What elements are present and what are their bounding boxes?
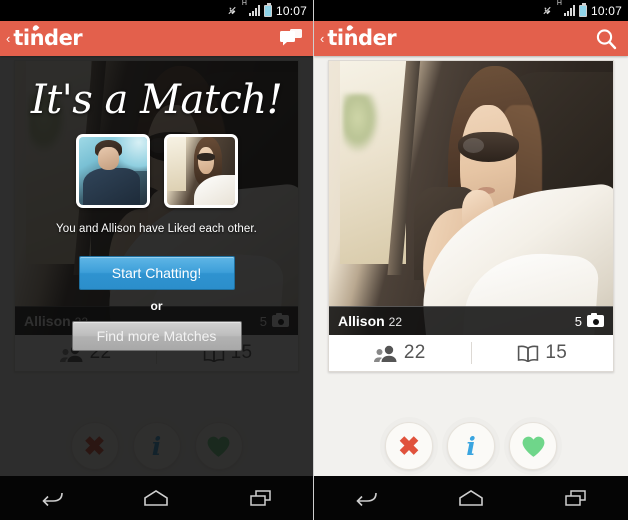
flame-dot-icon — [31, 24, 40, 32]
dual-screenshot: H 10:07 ‹ tinder It's a Match! You and A… — [0, 0, 628, 520]
card-area: Allison 22 5 22 — [314, 56, 628, 476]
brand-group[interactable]: ‹ tinder — [320, 24, 397, 50]
app-bar: ‹ tinder — [314, 21, 628, 56]
your-profile-thumbnail[interactable] — [75, 134, 150, 208]
back-chevron-icon[interactable]: ‹ — [6, 32, 10, 45]
signal-h-icon — [248, 5, 260, 16]
like-button[interactable] — [509, 422, 557, 470]
interests-stat[interactable]: 15 — [470, 342, 614, 364]
its-a-match-overlay: It's a Match! You and Allison have Liked… — [0, 56, 313, 476]
back-icon[interactable] — [29, 483, 75, 513]
android-nav-bar — [314, 476, 628, 520]
home-icon[interactable] — [448, 483, 494, 513]
home-icon[interactable] — [133, 483, 179, 513]
photo-count-badge[interactable]: 5 — [574, 313, 604, 329]
chat-bubble-icon[interactable] — [279, 28, 303, 50]
network-type-label: H — [556, 0, 562, 7]
back-chevron-icon[interactable]: ‹ — [320, 32, 324, 45]
photo-count-value: 5 — [574, 313, 582, 329]
flame-dot-icon — [345, 24, 354, 32]
right-phone-screen: H 10:07 ‹ tinder Allison 22 5 22 15 ✖ i — [314, 0, 628, 520]
clock-time: 10:07 — [275, 3, 307, 18]
battery-icon — [263, 2, 272, 17]
clock-time: 10:07 — [590, 3, 622, 18]
match-profile-thumbnail[interactable] — [163, 134, 238, 208]
left-phone-screen: H 10:07 ‹ tinder It's a Match! You and A… — [0, 0, 314, 520]
nope-x-icon: ✖ — [398, 431, 420, 461]
friends-count: 22 — [403, 342, 426, 363]
tinder-logo: tinder — [13, 24, 83, 50]
friends-icon — [373, 345, 397, 362]
app-bar: ‹ tinder — [0, 21, 313, 56]
find-more-matches-button[interactable]: Find more Matches — [71, 321, 242, 351]
nope-button[interactable]: ✖ — [385, 422, 433, 470]
profile-photo[interactable]: Allison 22 5 — [329, 61, 613, 335]
status-bar: H 10:07 — [0, 0, 313, 21]
interests-count: 15 — [545, 342, 568, 363]
info-button[interactable]: i — [447, 422, 495, 470]
recents-icon[interactable] — [553, 483, 599, 513]
action-buttons: ✖ i — [314, 422, 628, 470]
stats-row: 22 15 — [329, 335, 613, 371]
match-title: It's a Match! — [30, 77, 283, 123]
back-icon[interactable] — [343, 483, 389, 513]
signal-h-icon — [563, 5, 575, 16]
android-nav-bar — [0, 476, 313, 520]
or-divider-label: or — [150, 299, 163, 313]
vibrate-icon — [227, 5, 238, 16]
friends-stat[interactable]: 22 — [329, 342, 471, 364]
match-description: You and Allison have Liked each other. — [56, 223, 257, 235]
match-thumbnails — [75, 134, 238, 208]
profile-card[interactable]: Allison 22 5 22 — [328, 60, 614, 372]
recents-icon[interactable] — [238, 483, 284, 513]
interests-book-icon — [518, 345, 539, 362]
network-type-label: H — [241, 0, 247, 7]
vibrate-icon — [542, 5, 553, 16]
name-strip: Allison 22 5 — [329, 306, 613, 335]
camera-icon — [587, 313, 604, 327]
info-i-icon: i — [466, 431, 476, 461]
brand-group[interactable]: ‹ tinder — [6, 24, 83, 50]
search-icon[interactable] — [594, 28, 618, 50]
status-bar: H 10:07 — [314, 0, 628, 21]
start-chatting-button[interactable]: Start Chatting! — [78, 256, 235, 290]
profile-age: 22 — [388, 315, 403, 329]
profile-name: Allison — [338, 313, 385, 329]
tinder-logo: tinder — [327, 24, 397, 50]
like-heart-icon — [522, 436, 544, 457]
battery-icon — [578, 2, 587, 17]
